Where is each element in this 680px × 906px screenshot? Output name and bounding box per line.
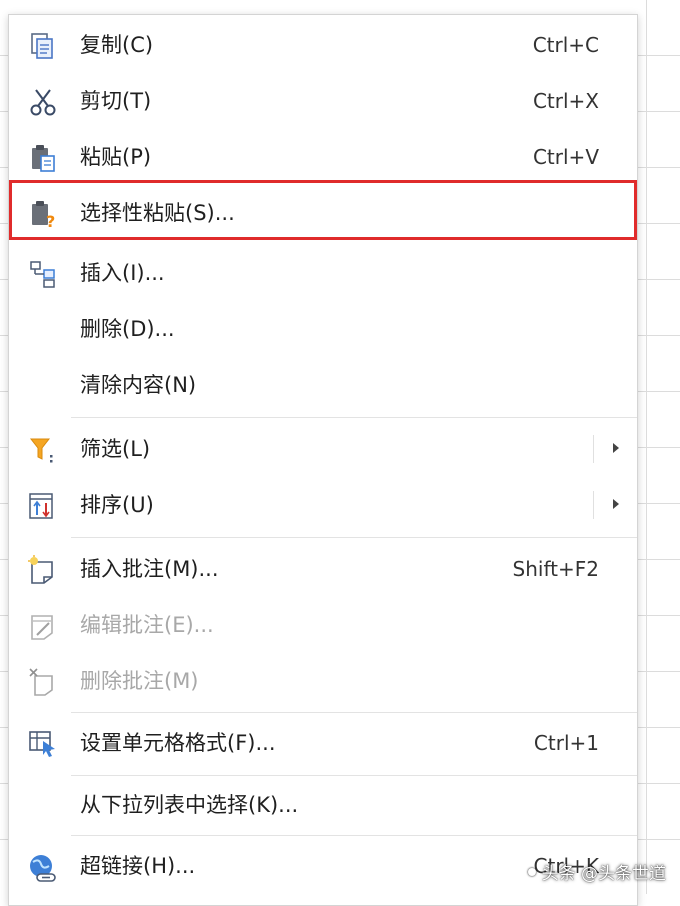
menu-item-label: 插入批注(M)... <box>80 557 219 581</box>
menu-item-label: 删除批注(M) <box>80 669 199 693</box>
menu-item-clear-contents[interactable]: 清除内容(N) <box>9 359 637 411</box>
menu-item-format-cells[interactable]: 设置单元格格式(F)... Ctrl+1 <box>9 717 637 769</box>
copy-icon <box>27 31 59 61</box>
menu-item-edit-comment[interactable]: 编辑批注(E)... <box>9 599 637 651</box>
watermark-logo-icon <box>527 867 536 876</box>
menu-item-label: 设置单元格格式(F)... <box>80 731 276 755</box>
paste-special-icon: ? <box>27 199 59 229</box>
menu-item-delete[interactable]: 删除(D)... <box>9 303 637 355</box>
menu-item-label: 复制(C) <box>80 33 154 57</box>
submenu-divider <box>593 435 594 463</box>
menu-separator <box>71 712 637 713</box>
menu-item-delete-comment[interactable]: 删除批注(M) <box>9 655 637 707</box>
delete-comment-icon <box>27 667 59 697</box>
menu-item-paste[interactable]: 粘贴(P) Ctrl+V <box>9 131 637 183</box>
menu-item-label: 筛选(L) <box>80 437 151 461</box>
menu-item-label: 粘贴(P) <box>80 145 152 169</box>
shortcut-text: Ctrl+V <box>532 145 599 169</box>
paste-icon <box>27 143 59 173</box>
hyperlink-icon <box>27 852 59 882</box>
svg-text:?: ? <box>46 212 55 229</box>
menu-item-label: 删除(D)... <box>80 317 175 341</box>
menu-item-insert-comment[interactable]: 插入批注(M)... Shift+F2 <box>9 543 637 595</box>
shortcut-text: Ctrl+1 <box>533 731 599 755</box>
submenu-arrow-icon <box>613 443 619 453</box>
filter-icon <box>27 435 59 465</box>
menu-separator <box>71 835 637 836</box>
menu-separator <box>71 417 637 418</box>
menu-item-label: 选择性粘贴(S)... <box>80 201 235 225</box>
menu-separator <box>71 537 637 538</box>
watermark-text: 头条 @头条世道 <box>541 864 666 884</box>
sort-icon <box>27 491 59 521</box>
menu-item-copy[interactable]: 复制(C) Ctrl+C <box>9 19 637 71</box>
scissors-icon <box>27 87 59 117</box>
shortcut-text: Ctrl+C <box>532 33 599 57</box>
menu-separator <box>71 775 637 776</box>
menu-item-paste-special[interactable]: ? 选择性粘贴(S)... <box>9 187 637 239</box>
menu-item-filter[interactable]: 筛选(L) <box>9 423 637 475</box>
context-menu: 复制(C) Ctrl+C 剪切(T) Ctrl+X 粘贴(P) Ctrl+V ?… <box>8 14 638 906</box>
menu-item-label: 编辑批注(E)... <box>80 613 214 637</box>
submenu-divider <box>593 491 594 519</box>
insert-comment-icon <box>27 555 59 585</box>
watermark: 头条 @头条世道 <box>527 859 666 884</box>
edit-comment-icon <box>27 611 59 641</box>
format-cells-icon <box>27 729 59 759</box>
grid-column-line <box>646 0 647 894</box>
shortcut-text: Shift+F2 <box>512 557 599 581</box>
menu-item-label: 剪切(T) <box>80 89 152 113</box>
submenu-arrow-icon <box>613 499 619 509</box>
menu-item-label: 排序(U) <box>80 493 154 517</box>
menu-item-cut[interactable]: 剪切(T) Ctrl+X <box>9 75 637 127</box>
menu-item-label: 从下拉列表中选择(K)... <box>80 793 299 817</box>
menu-item-pick-from-list[interactable]: 从下拉列表中选择(K)... <box>9 779 637 831</box>
shortcut-text: Ctrl+X <box>532 89 599 113</box>
menu-item-label: 超链接(H)... <box>80 854 196 878</box>
menu-item-label: 插入(I)... <box>80 261 165 285</box>
menu-item-label: 清除内容(N) <box>80 373 197 397</box>
menu-item-insert[interactable]: 插入(I)... <box>9 247 637 299</box>
menu-item-sort[interactable]: 排序(U) <box>9 479 637 531</box>
insert-cells-icon <box>27 259 59 289</box>
